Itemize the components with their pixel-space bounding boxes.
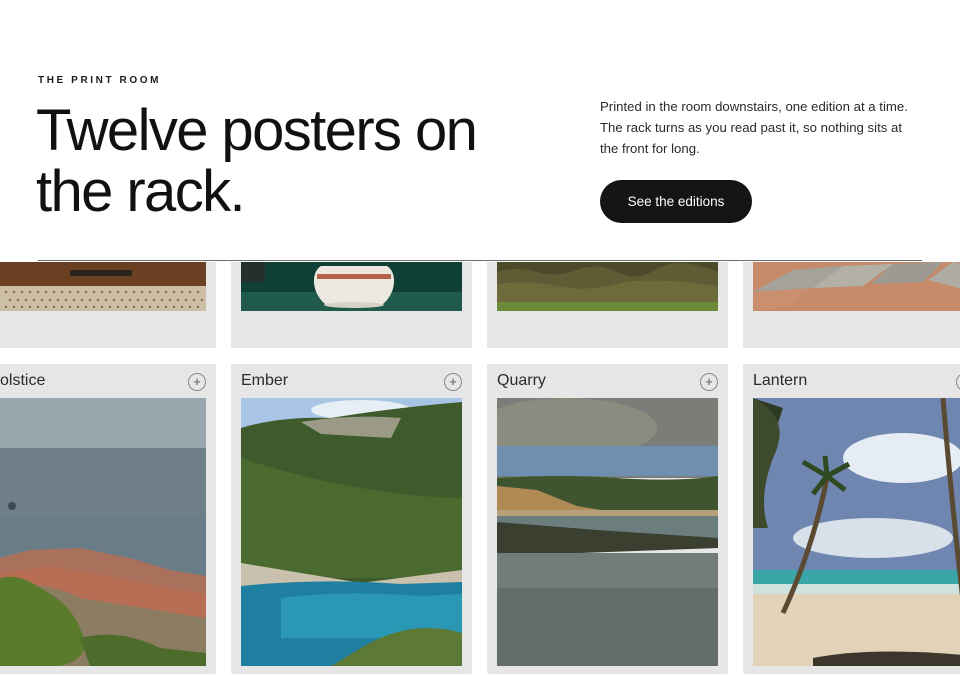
- poster-card-top-3[interactable]: [487, 262, 728, 348]
- poster-image-palm-beach: [753, 398, 960, 666]
- headline-line-2: the rack.: [36, 159, 246, 224]
- add-to-cart-icon[interactable]: +: [188, 373, 206, 391]
- poster-title: Quarry: [497, 372, 546, 389]
- add-to-cart-icon[interactable]: +: [956, 373, 960, 391]
- poster-title: Ember: [241, 372, 289, 389]
- add-to-cart-icon[interactable]: +: [444, 373, 462, 391]
- poster-image-vase: [241, 262, 462, 311]
- poster-image-hedge: [497, 262, 718, 311]
- blurb-line-1: Printed in the room downstairs, one edit…: [600, 99, 908, 114]
- add-to-cart-icon[interactable]: +: [700, 373, 718, 391]
- poster-card-ember[interactable]: Ember +: [231, 364, 472, 674]
- poster-card-lantern[interactable]: Lantern +: [743, 364, 960, 674]
- poster-card-top-2[interactable]: [231, 262, 472, 348]
- poster-image-wicker-chair: [0, 262, 206, 311]
- poster-image-cove: [241, 398, 462, 666]
- poster-card-quarry[interactable]: Quarry +: [487, 364, 728, 674]
- poster-title: Lantern: [753, 372, 808, 389]
- headline-line-1: Twelve posters on: [36, 98, 478, 163]
- poster-image-coastal-town: [0, 398, 206, 666]
- divider: [38, 260, 922, 261]
- poster-image-paving: [753, 262, 960, 311]
- poster-card-top-1[interactable]: [0, 262, 216, 348]
- poster-rack[interactable]: olstice + Ember + Quarry + Lantern: [0, 262, 960, 675]
- hero-header: THE PRINT ROOM Twelve posters on the rac…: [0, 0, 960, 262]
- blurb-line-2: The rack turns as you read past it, so n…: [600, 120, 902, 135]
- poster-image-lake: [497, 398, 718, 666]
- blurb-line-3: the front for long.: [600, 141, 700, 156]
- page-title: Twelve posters on the rack.: [36, 100, 556, 222]
- poster-card-top-4[interactable]: [743, 262, 960, 348]
- see-editions-button[interactable]: See the editions: [600, 180, 752, 223]
- intro-blurb: Printed in the room downstairs, one edit…: [600, 96, 930, 159]
- poster-card-solstice[interactable]: olstice +: [0, 364, 216, 674]
- poster-title: olstice: [0, 372, 46, 389]
- eyebrow-label: THE PRINT ROOM: [38, 75, 162, 86]
